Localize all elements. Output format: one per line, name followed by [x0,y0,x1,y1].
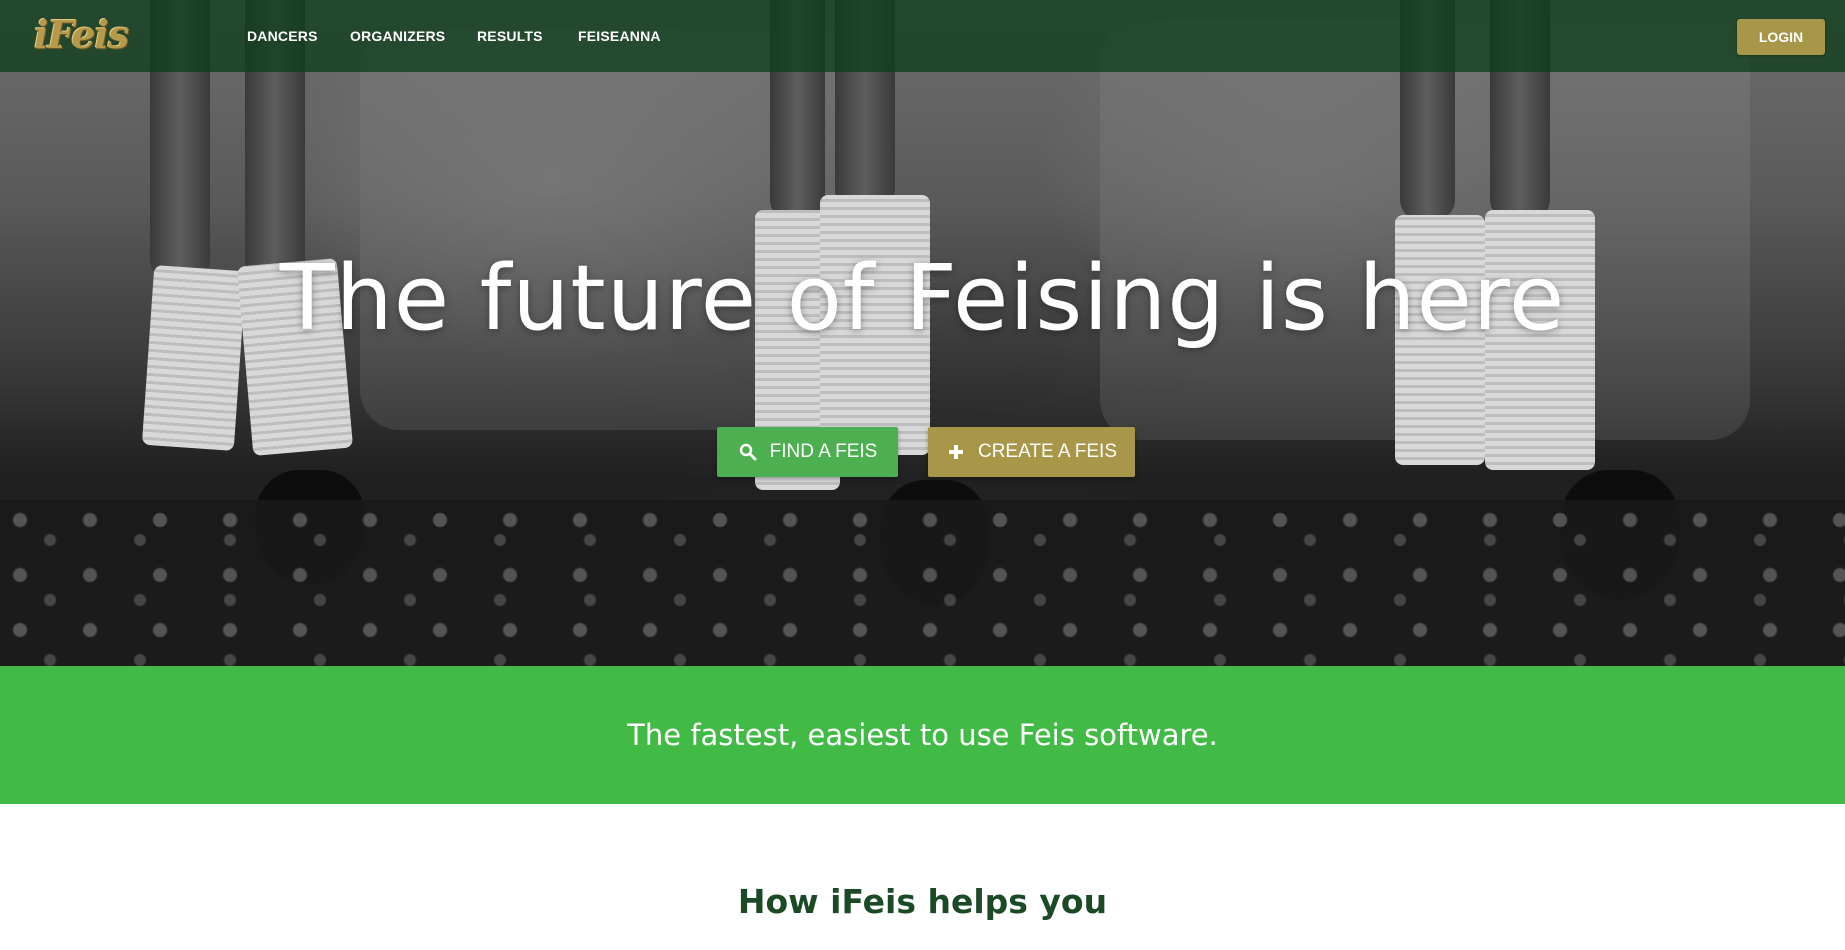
how-ifeis-helps-heading: How iFeis helps you [0,882,1845,921]
find-a-feis-label: FIND A FEIS [769,441,878,462]
tagline-text: The fastest, easiest to use Feis softwar… [627,718,1218,752]
hero-carpet [0,500,1845,666]
how-title-bold: helps you [927,882,1108,921]
nav-link-feiseanna[interactable]: FEISEANNA [578,28,661,44]
how-title-prefix: How iFeis [737,882,928,921]
login-button[interactable]: LOGIN [1737,19,1825,55]
find-a-feis-button[interactable]: FIND A FEIS [717,427,898,477]
create-a-feis-button[interactable]: CREATE A FEIS [928,427,1135,477]
search-icon [738,442,758,462]
nav-link-dancers[interactable]: DANCERS [247,28,318,44]
nav-link-results[interactable]: RESULTS [477,28,543,44]
nav-link-organizers[interactable]: ORGANIZERS [350,28,445,44]
hero-title: The future of Feising is here [279,246,1566,351]
top-navbar: iFeis DANCERS ORGANIZERS RESULTS FEISEAN… [0,0,1845,72]
plus-icon [946,442,966,462]
tagline-band: The fastest, easiest to use Feis softwar… [0,666,1845,804]
create-a-feis-label: CREATE A FEIS [977,441,1118,462]
brand-logo[interactable]: iFeis [34,12,129,57]
